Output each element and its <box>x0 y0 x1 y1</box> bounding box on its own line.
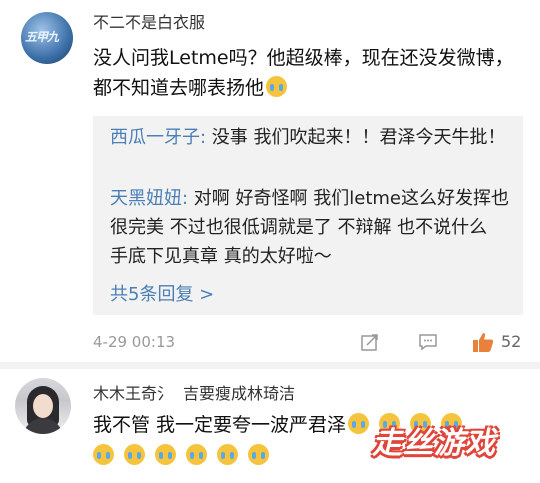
share-icon[interactable] <box>360 332 380 352</box>
reply-item[interactable]: 西瓜一牙子: 没事 我们吹起来！！君泽今天牛批！ <box>110 123 510 152</box>
crying-face-emoji-icon <box>155 444 176 465</box>
thumbs-up-icon[interactable] <box>471 330 495 354</box>
reply-author[interactable]: 西瓜一牙子: <box>110 127 206 148</box>
reply-text: 没事 我们吹起来！！君泽今天牛批！ <box>206 127 506 148</box>
crying-face-emoji-icon <box>124 444 145 465</box>
replies-box: 西瓜一牙子: 没事 我们吹起来！！君泽今天牛批！ 天黑妞妞: 对啊 好奇怪啊 我… <box>93 116 523 315</box>
username-text[interactable]: 木木王奇氵 <box>93 384 173 403</box>
crying-face-emoji-icon <box>348 413 370 434</box>
crying-face-emoji-icon <box>186 444 207 465</box>
crying-face-emoji-icon <box>217 444 238 465</box>
avatar[interactable]: 五甲九 <box>21 12 73 64</box>
comment-text: 没人问我Letme吗？他超级棒，现在还没发微博，都不知道去哪表扬他 <box>93 43 523 103</box>
avatar[interactable] <box>15 378 71 434</box>
comment-text-content: 我不管 我一定要夸一波严君泽 <box>93 414 347 436</box>
username[interactable]: 不二不是白衣服 <box>93 9 205 33</box>
watermark-logo: 走丝游戏 <box>372 426 496 461</box>
reply-item[interactable]: 天黑妞妞: 对啊 好奇怪啊 我们letme这么好发挥也很完美 不过也很低调就是了… <box>110 184 510 271</box>
comment-footer: 4-29 00:13 52 <box>93 330 533 356</box>
crying-face-emoji-icon <box>248 444 269 465</box>
crying-face-emoji-icon <box>93 444 114 465</box>
timestamp: 4-29 00:13 <box>93 333 176 351</box>
like-count: 52 <box>501 332 522 351</box>
username[interactable]: 木木王奇氵 吉要瘦成林琦洁 <box>93 380 295 404</box>
avatar-text: 五甲九 <box>25 30 59 44</box>
crying-face-emoji-icon <box>266 76 288 97</box>
comment-separator <box>0 362 540 369</box>
reply-author[interactable]: 天黑妞妞: <box>110 188 188 209</box>
comment-1: 五甲九 不二不是白衣服 没人问我Letme吗？他超级棒，现在还没发微博，都不知道… <box>0 0 540 362</box>
more-replies-link[interactable]: 共5条回复 > <box>110 280 214 306</box>
comment-icon[interactable] <box>418 333 438 351</box>
emoji-row <box>93 444 279 466</box>
comment-text-content: 没人问我Letme吗？他超级棒，现在还没发微博，都不知道去哪表扬他 <box>93 47 514 99</box>
username-extra: 吉要瘦成林琦洁 <box>183 384 296 403</box>
